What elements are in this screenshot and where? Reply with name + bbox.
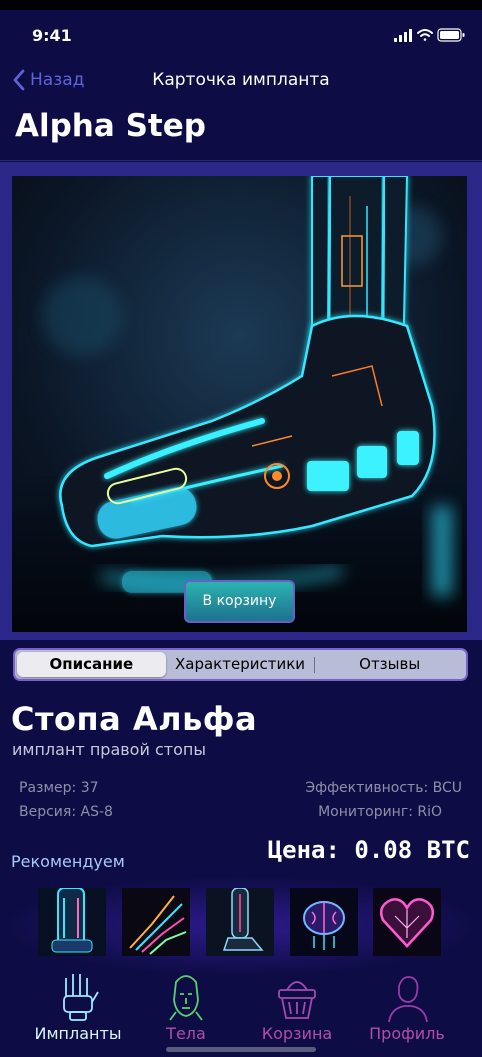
tabbar-item-cart[interactable]: Корзина xyxy=(242,962,352,1052)
spec-monitoring: Мониторинг: RiO xyxy=(318,804,442,820)
cyber-leg-thumbnail xyxy=(206,888,274,956)
tabbar-label-bodies: Тела xyxy=(166,1024,206,1043)
cyber-arm-thumbnail xyxy=(38,888,106,956)
profile-icon xyxy=(388,976,428,1022)
tabbar-item-implants[interactable]: Импланты xyxy=(23,962,133,1052)
home-indicator[interactable] xyxy=(166,1047,316,1052)
nav-title: Карточка импланта xyxy=(152,70,330,90)
cyber-brain-thumbnail xyxy=(290,888,358,956)
status-time: 9:41 xyxy=(32,26,72,45)
wifi-icon xyxy=(417,29,433,41)
tabbar-item-profile[interactable]: Профиль xyxy=(352,962,462,1052)
spec-size: Размер: 37 xyxy=(19,780,99,796)
page-title: Alpha Step xyxy=(15,108,206,144)
header-divider xyxy=(0,160,482,161)
navigation-bar: Назад Карточка импланта xyxy=(0,60,482,100)
hero-section: В корзину xyxy=(0,162,482,640)
cyber-hand-thumbnail xyxy=(122,888,190,956)
spec-efficiency: Эффективность: BCU xyxy=(305,780,462,796)
status-icons xyxy=(394,28,465,42)
robot-hand-icon xyxy=(63,974,99,1021)
product-price: Цена: 0.08 BTC xyxy=(267,836,470,864)
signal-icon xyxy=(394,29,412,42)
basket-icon xyxy=(278,981,316,1019)
tab-description[interactable]: Описание xyxy=(17,652,166,677)
battery-icon xyxy=(437,28,465,42)
cyber-heart-thumbnail xyxy=(373,888,441,956)
tab-specifications[interactable]: Характеристики xyxy=(166,652,315,677)
tabbar-item-bodies[interactable]: Тела xyxy=(131,962,241,1052)
cyber-foot-implant-image xyxy=(12,176,467,632)
status-bar: 9:41 xyxy=(0,10,482,60)
product-name: Стопа Альфа xyxy=(11,700,258,738)
add-to-cart-button[interactable]: В корзину xyxy=(184,580,295,623)
recommend-item-arm[interactable] xyxy=(38,888,106,956)
recommend-item-brain[interactable] xyxy=(290,888,358,956)
segmented-control: Описание Характеристики Отзывы xyxy=(13,648,468,681)
recommend-carousel xyxy=(0,882,482,962)
tab-bar: Импланты Тела Корзина Профиль xyxy=(0,962,482,1057)
tabbar-label-implants: Импланты xyxy=(34,1024,122,1043)
cyber-head-icon xyxy=(169,975,203,1021)
recommend-item-heart[interactable] xyxy=(373,888,441,956)
product-subtitle: имплант правой стопы xyxy=(12,740,206,759)
spec-version: Версия: AS-8 xyxy=(19,804,113,820)
tabbar-label-cart: Корзина xyxy=(261,1024,333,1043)
recommend-label: Рекомендуем xyxy=(11,852,125,871)
recommend-item-hand[interactable] xyxy=(122,888,190,956)
recommend-item-leg[interactable] xyxy=(206,888,274,956)
tab-reviews[interactable]: Отзывы xyxy=(315,652,464,677)
tabbar-label-profile: Профиль xyxy=(369,1024,445,1043)
top-edge xyxy=(0,0,482,10)
